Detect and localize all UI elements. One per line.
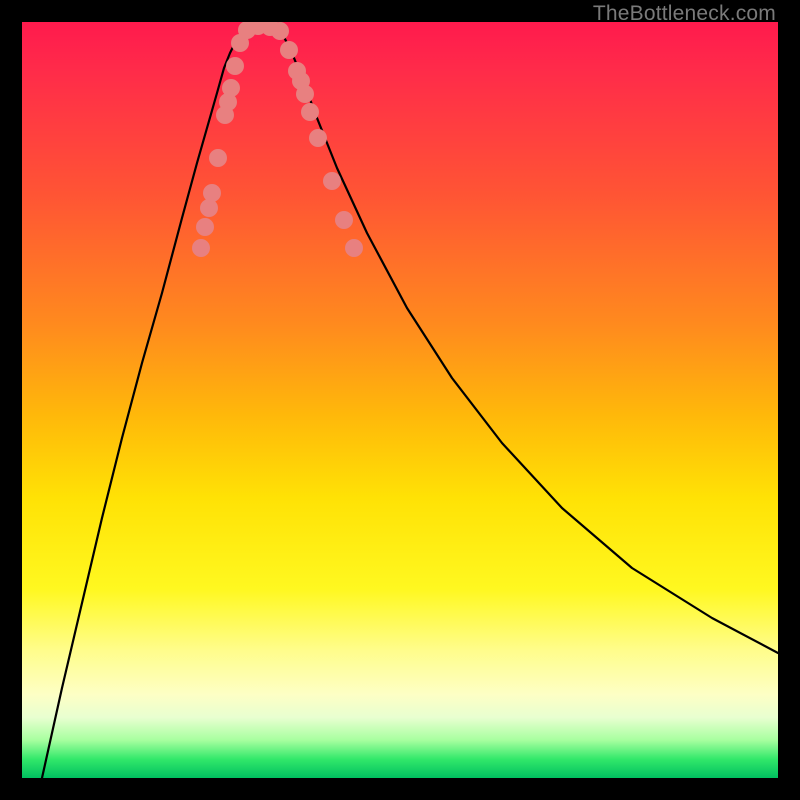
marker-dot <box>280 41 298 59</box>
marker-dot <box>345 239 363 257</box>
marker-dot <box>200 199 218 217</box>
marker-group <box>192 22 363 257</box>
marker-dot <box>296 85 314 103</box>
marker-dot <box>335 211 353 229</box>
marker-dot <box>203 184 221 202</box>
marker-dot <box>192 239 210 257</box>
curve-svg <box>22 22 778 778</box>
marker-dot <box>271 22 289 40</box>
marker-dot <box>301 103 319 121</box>
marker-dot <box>226 57 244 75</box>
v-curve <box>42 26 778 778</box>
marker-dot <box>196 218 214 236</box>
marker-dot <box>323 172 341 190</box>
marker-dot <box>222 79 240 97</box>
plot-area <box>22 22 778 778</box>
marker-dot <box>209 149 227 167</box>
marker-dot <box>309 129 327 147</box>
outer-frame: TheBottleneck.com <box>0 0 800 800</box>
